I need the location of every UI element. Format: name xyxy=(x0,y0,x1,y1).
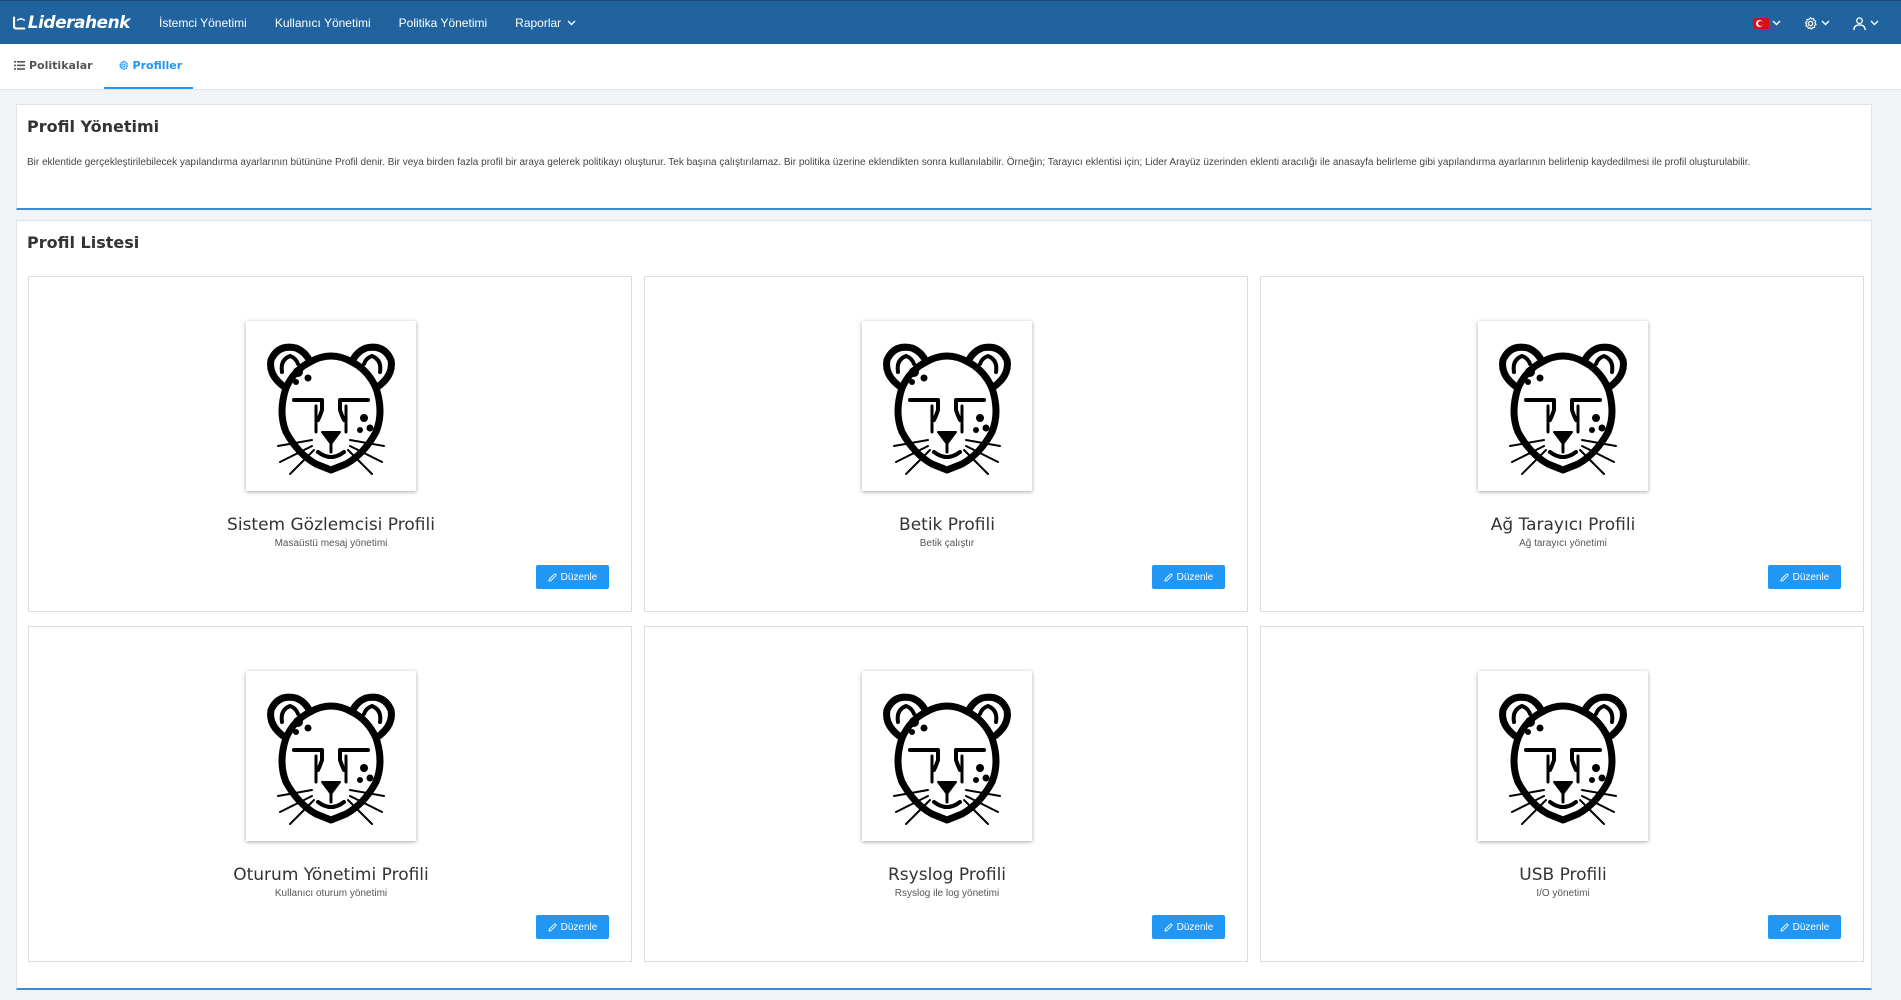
profile-name: Sistem Gözlemcisi Profili xyxy=(227,515,435,535)
nav-item-label: Kullanıcı Yönetimi xyxy=(274,15,371,30)
pardus-cheetah-icon xyxy=(862,671,1032,841)
profile-name: Betik Profili xyxy=(899,515,995,535)
edit-profile-button[interactable]: Düzenle xyxy=(536,565,609,589)
profile-card: Sistem Gözlemcisi Profili Masaüstü mesaj… xyxy=(28,276,632,612)
profile-name: USB Profili xyxy=(1519,865,1607,885)
chevron-down-icon xyxy=(1821,20,1830,26)
profile-card: Oturum Yönetimi Profili Kullanıcı oturum… xyxy=(28,626,632,962)
brand-name: Liderahenk xyxy=(27,12,131,33)
language-menu[interactable] xyxy=(1753,17,1781,29)
pencil-icon xyxy=(548,572,557,582)
edit-profile-button[interactable]: Düzenle xyxy=(1768,565,1841,589)
nav-item-politika-yonetimi[interactable]: Politika Yönetimi xyxy=(385,1,502,45)
panel-title: Profil Listesi xyxy=(27,233,140,252)
profile-name: Rsyslog Profili xyxy=(887,865,1007,885)
nav-item-kullanici-yonetimi[interactable]: Kullanıcı Yönetimi xyxy=(261,1,385,45)
liderahenk-logo-icon xyxy=(13,15,26,30)
chevron-down-icon xyxy=(567,20,576,25)
turkish-flag-icon xyxy=(1753,17,1769,29)
settings-menu[interactable] xyxy=(1803,16,1830,31)
user-icon xyxy=(1853,16,1866,30)
pardus-cheetah-icon xyxy=(246,321,416,491)
pencil-icon xyxy=(1164,922,1173,932)
edit-button-label: Düzenle xyxy=(1792,571,1830,583)
profile-name: Ağ Tarayıcı Profili xyxy=(1490,515,1636,535)
panel-description: Bir eklentide gerçekleştirilebilecek yap… xyxy=(27,157,1751,168)
chevron-down-icon xyxy=(1870,20,1879,26)
chevron-down-icon xyxy=(1772,20,1781,26)
pencil-icon xyxy=(1780,572,1789,582)
pencil-icon xyxy=(1780,922,1789,932)
profile-card: Betik Profili Betik çalıştır Düzenle xyxy=(644,276,1248,612)
edit-profile-button[interactable]: Düzenle xyxy=(536,915,609,939)
profile-description: Ağ tarayıcı yönetimi xyxy=(1519,538,1607,549)
user-menu[interactable] xyxy=(1852,16,1879,31)
edit-profile-button[interactable]: Düzenle xyxy=(1152,915,1225,939)
edit-button-label: Düzenle xyxy=(1792,921,1830,933)
nav-item-label: Politika Yönetimi xyxy=(398,15,488,30)
edit-button-label: Düzenle xyxy=(1176,921,1214,933)
profile-list-panel: Profil Listesi Sistem Gözlemcisi Profili… xyxy=(16,220,1872,990)
navbar-right xyxy=(1753,1,1901,45)
profile-management-panel: Profil Yönetimi Bir eklentide gerçekleşt… xyxy=(16,104,1872,210)
nav-item-label: İstemci Yönetimi xyxy=(159,15,247,30)
gear-icon xyxy=(1804,16,1817,30)
profile-description: I/O yönetimi xyxy=(1536,888,1590,899)
profile-description: Rsyslog ile log yönetimi xyxy=(894,888,1000,899)
edit-button-label: Düzenle xyxy=(560,571,598,583)
gear-icon xyxy=(118,60,129,71)
tab-politikalar[interactable]: Politikalar xyxy=(0,43,104,89)
profile-description: Kullanıcı oturum yönetimi xyxy=(274,888,388,899)
tab-label: Profiller xyxy=(132,58,183,72)
pardus-cheetah-icon xyxy=(1478,671,1648,841)
profile-description: Masaüstü mesaj yönetimi xyxy=(274,538,388,549)
pencil-icon xyxy=(548,922,557,932)
brand-logo[interactable]: Liderahenk xyxy=(12,8,131,38)
profile-name: Oturum Yönetimi Profili xyxy=(233,865,429,885)
nav-item-label: Raporlar xyxy=(515,15,562,30)
profile-card: USB Profili I/O yönetimi Düzenle xyxy=(1260,626,1864,962)
edit-button-label: Düzenle xyxy=(560,921,598,933)
edit-button-label: Düzenle xyxy=(1176,571,1214,583)
edit-profile-button[interactable]: Düzenle xyxy=(1152,565,1225,589)
main-menu: İstemci Yönetimi Kullanıcı Yönetimi Poli… xyxy=(145,1,590,45)
edit-profile-button[interactable]: Düzenle xyxy=(1768,915,1841,939)
list-icon xyxy=(14,60,25,70)
panel-title: Profil Yönetimi xyxy=(27,117,160,136)
profile-card: Ağ Tarayıcı Profili Ağ tarayıcı yönetimi… xyxy=(1260,276,1864,612)
pardus-cheetah-icon xyxy=(862,321,1032,491)
profile-card: Rsyslog Profili Rsyslog ile log yönetimi… xyxy=(644,626,1248,962)
pardus-cheetah-icon xyxy=(1478,321,1648,491)
nav-item-raporlar[interactable]: Raporlar xyxy=(501,1,590,45)
nav-item-istemci-yonetimi[interactable]: İstemci Yönetimi xyxy=(145,1,261,45)
pardus-cheetah-icon xyxy=(246,671,416,841)
tab-profiller[interactable]: Profiller xyxy=(103,43,194,89)
profile-description: Betik çalıştır xyxy=(919,538,975,549)
sub-tabs: Politikalar Profiller xyxy=(0,44,1901,90)
pencil-icon xyxy=(1164,572,1173,582)
top-navbar: Liderahenk İstemci Yönetimi Kullanıcı Yö… xyxy=(0,0,1901,44)
tab-label: Politikalar xyxy=(29,58,93,72)
